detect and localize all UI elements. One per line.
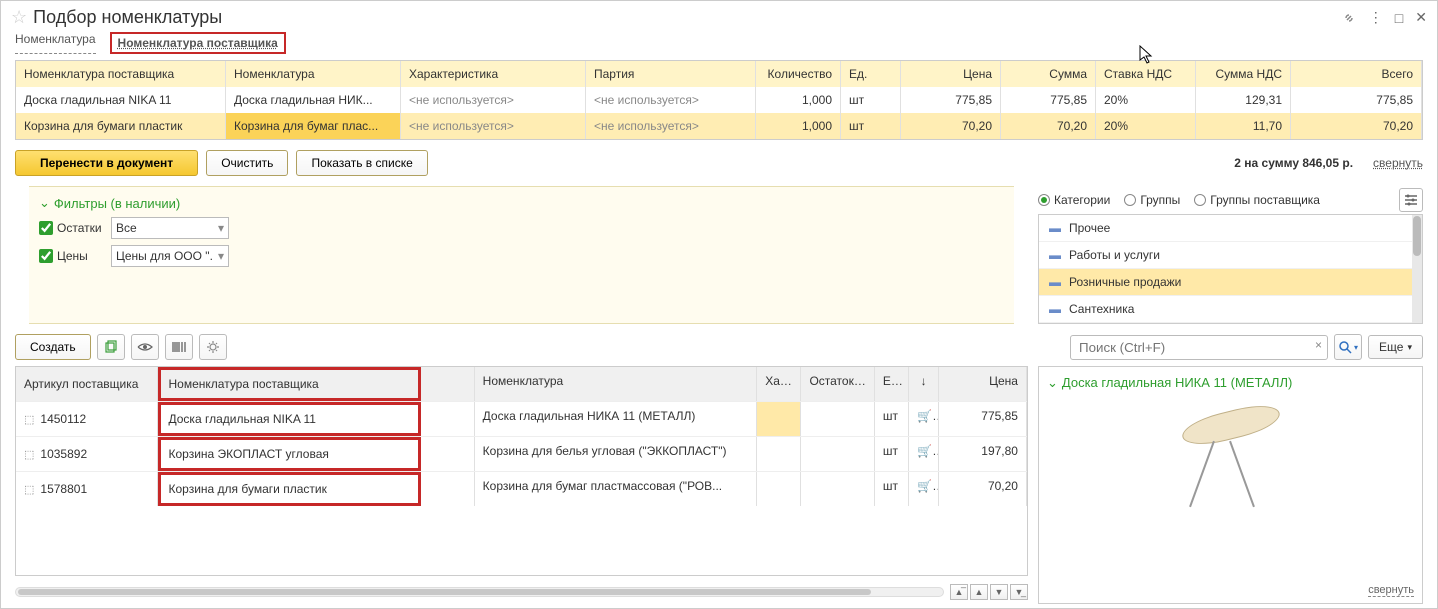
cart-header-sum[interactable]: Сумма xyxy=(1001,61,1096,87)
add-to-cart-icon[interactable]: 🛒 xyxy=(917,409,939,423)
cart-header-party[interactable]: Партия xyxy=(586,61,756,87)
cart-summary: 2 на сумму 846,05 р. xyxy=(1234,156,1353,170)
product-row[interactable]: ⬚1578801 Корзина для бумаги пластик Корз… xyxy=(16,471,1027,506)
view-groups-radio[interactable]: Группы xyxy=(1124,193,1180,207)
prices-select[interactable]: Цены для ООО ". ▾ xyxy=(111,245,229,267)
settings-icon[interactable] xyxy=(1399,188,1423,212)
view-supplier-groups-radio[interactable]: Группы поставщика xyxy=(1194,193,1320,207)
prices-checkbox[interactable] xyxy=(39,249,53,263)
products-header-nomenclature[interactable]: Номенклатура xyxy=(475,367,758,401)
category-item[interactable]: ▬Розничные продажи xyxy=(1039,269,1422,296)
category-item[interactable]: ▬Сантехника xyxy=(1039,296,1422,323)
more-button[interactable]: Еще▾ xyxy=(1368,335,1423,359)
chevron-down-icon: ⌄ xyxy=(39,195,50,211)
collapse-detail-link[interactable]: свернуть xyxy=(1368,584,1414,597)
product-row[interactable]: ⬚1035892 Корзина ЭКОПЛАСТ угловая Корзин… xyxy=(16,436,1027,471)
cart-header-supplier[interactable]: Номенклатура поставщика xyxy=(16,61,226,87)
cube-icon: ⬚ xyxy=(24,448,34,461)
product-image xyxy=(1047,399,1414,519)
nav-down-icon[interactable]: ▼ xyxy=(990,584,1008,600)
filters-title[interactable]: ⌄ Фильтры (в наличии) xyxy=(39,195,1004,211)
search-button-icon[interactable]: ▾ xyxy=(1334,334,1362,360)
kebab-menu-icon[interactable]: ⋮ xyxy=(1369,9,1383,26)
page-title: Подбор номенклатуры xyxy=(33,7,222,28)
products-header-unit[interactable]: Е... xyxy=(875,367,910,401)
balances-label: Остатки xyxy=(57,221,107,235)
products-header-blank[interactable] xyxy=(421,367,475,401)
product-row[interactable]: ⬚1450112 Доска гладильная NIKA 11 Доска … xyxy=(16,401,1027,436)
scrollbar[interactable] xyxy=(1412,215,1422,323)
category-list: ▬Прочее ▬Работы и услуги ▬Розничные прод… xyxy=(1038,214,1423,324)
cart-header-unit[interactable]: Ед. xyxy=(841,61,901,87)
add-to-cart-icon[interactable]: 🛒 xyxy=(917,444,939,458)
maximize-icon[interactable]: □ xyxy=(1395,10,1403,26)
detail-title: Доска гладильная НИКА 11 (МЕТАЛЛ) xyxy=(1062,375,1292,390)
nav-last-icon[interactable]: ▼̲ xyxy=(1010,584,1028,600)
cart-row[interactable]: Корзина для бумаги пластик Корзина для б… xyxy=(16,113,1422,139)
products-table: Артикул поставщика Номенклатура поставщи… xyxy=(15,366,1028,576)
tab-supplier-nomenclature[interactable]: Номенклатура поставщика xyxy=(110,32,286,54)
cube-icon: ⬚ xyxy=(24,483,34,496)
cart-header-price[interactable]: Цена xyxy=(901,61,1001,87)
balances-select[interactable]: Все ▾ xyxy=(111,217,229,239)
cube-icon: ⬚ xyxy=(24,413,34,426)
clear-button[interactable]: Очистить xyxy=(206,150,288,176)
products-header-article[interactable]: Артикул поставщика xyxy=(16,367,158,401)
balances-checkbox[interactable] xyxy=(39,221,53,235)
products-header-supplier[interactable]: Номенклатура поставщика xyxy=(158,367,421,401)
cart-header-vatrate[interactable]: Ставка НДС xyxy=(1096,61,1196,87)
barcode-icon[interactable] xyxy=(165,334,193,360)
cart-header-quantity[interactable]: Количество xyxy=(756,61,841,87)
chevron-down-icon[interactable]: ⌄ xyxy=(1047,375,1058,391)
close-icon[interactable]: ✕ xyxy=(1415,9,1427,26)
add-to-cart-icon[interactable]: 🛒 xyxy=(917,479,939,493)
products-header-char[interactable]: Хар... xyxy=(757,367,801,401)
transfer-to-document-button[interactable]: Перенести в документ xyxy=(15,150,198,176)
products-header-sort[interactable]: ↓ xyxy=(909,367,939,401)
category-item[interactable]: ▬Прочее xyxy=(1039,215,1422,242)
products-header-remain[interactable]: Остаток ... xyxy=(801,367,874,401)
collapse-cart-link[interactable]: свернуть xyxy=(1373,156,1423,170)
gear-icon[interactable] xyxy=(199,334,227,360)
cart-header-nomenclature[interactable]: Номенклатура xyxy=(226,61,401,87)
favorite-star-icon[interactable]: ☆ xyxy=(11,7,27,28)
tab-nomenclature[interactable]: Номенклатура xyxy=(15,32,96,54)
prices-label: Цены xyxy=(57,249,107,263)
category-item[interactable]: ▬Работы и услуги xyxy=(1039,242,1422,269)
cart-header-total[interactable]: Всего xyxy=(1291,61,1422,87)
view-icon[interactable] xyxy=(131,334,159,360)
cart-table: Номенклатура поставщика Номенклатура Хар… xyxy=(15,60,1423,140)
clear-search-icon[interactable]: × xyxy=(1315,338,1322,352)
create-button[interactable]: Создать xyxy=(15,334,91,360)
copy-icon[interactable] xyxy=(97,334,125,360)
search-input[interactable] xyxy=(1070,335,1328,360)
show-in-list-button[interactable]: Показать в списке xyxy=(296,150,427,176)
view-categories-radio[interactable]: Категории xyxy=(1038,193,1110,207)
cart-header-vatsum[interactable]: Сумма НДС xyxy=(1196,61,1291,87)
nav-first-icon[interactable]: ▲̅ xyxy=(950,584,968,600)
nav-up-icon[interactable]: ▲ xyxy=(970,584,988,600)
cart-row[interactable]: Доска гладильная NIKA 11 Доска гладильна… xyxy=(16,87,1422,113)
link-icon[interactable] xyxy=(1341,10,1357,26)
products-header-price[interactable]: Цена xyxy=(939,367,1027,401)
detail-panel: ⌄ Доска гладильная НИКА 11 (МЕТАЛЛ) свер… xyxy=(1038,366,1423,604)
horizontal-scrollbar[interactable] xyxy=(15,587,944,597)
cart-header-characteristic[interactable]: Характеристика xyxy=(401,61,586,87)
